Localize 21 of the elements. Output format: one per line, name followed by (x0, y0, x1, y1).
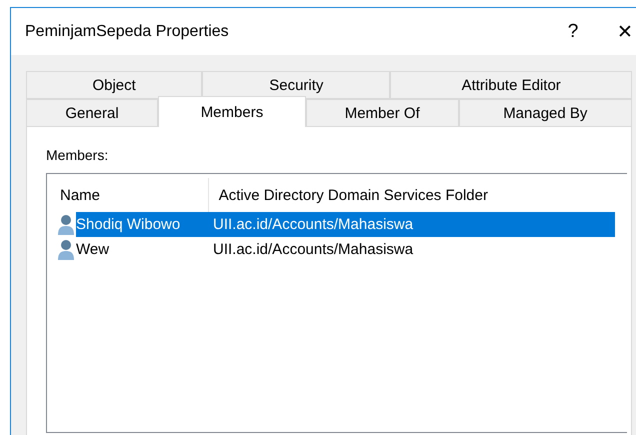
column-header[interactable]: Active Directory Domain Services Folder (208, 178, 627, 212)
member-row[interactable]: Shodiq Wibowo UII.ac.id/Accounts/Mahasiswa (76, 212, 615, 237)
tab[interactable]: General (26, 99, 158, 127)
close-button[interactable]: ✕ (599, 12, 636, 52)
members-label: Members: (46, 147, 110, 163)
window-title: PeminjamSepeda Properties (25, 22, 230, 40)
tab[interactable]: Members (158, 96, 306, 127)
user-icon (56, 214, 76, 236)
member-folder: UII.ac.id/Accounts/Mahasiswa (213, 216, 414, 233)
user-icon (56, 238, 76, 260)
tab[interactable]: Managed By (458, 99, 632, 127)
member-row[interactable]: Wew UII.ac.id/Accounts/Mahasiswa (76, 237, 615, 262)
members-list[interactable]: Name Active Directory Domain Services Folder Shodiq Wibowo UII.ac.id/Accounts/Mahasiswa Wew UII.ac.id/Accounts/Mahasiswa (46, 173, 627, 433)
help-button[interactable]: ? (547, 12, 599, 52)
tab[interactable]: Member Of (306, 99, 459, 127)
member-name: Wew (76, 241, 110, 258)
member-folder: UII.ac.id/Accounts/Mahasiswa (213, 241, 414, 258)
tab[interactable]: Security (202, 71, 390, 99)
tab[interactable]: Object (26, 71, 202, 99)
tab[interactable]: Attribute Editor (390, 71, 632, 99)
member-name: Shodiq Wibowo (76, 216, 182, 233)
